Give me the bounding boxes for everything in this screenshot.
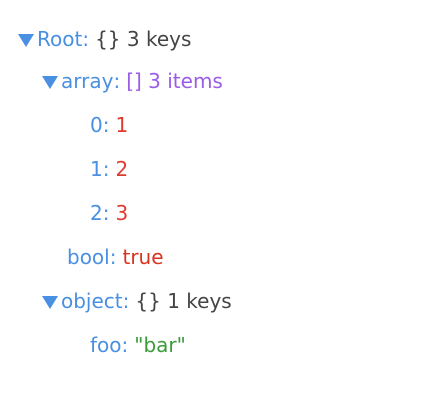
node-key[interactable]: bool [67, 242, 110, 272]
key-separator: : [102, 201, 110, 225]
node-key[interactable]: 1 [90, 154, 103, 184]
number-value[interactable]: 1 [115, 110, 128, 140]
node-type-summary: [] 3 items [126, 69, 223, 93]
tree-leaf-array-2[interactable]: 2 : 3 [90, 198, 128, 228]
key-separator: : [109, 245, 117, 269]
tree-node-array[interactable]: array : [] 3 items [42, 66, 223, 96]
tree-leaf-bool[interactable]: bool : true [67, 242, 164, 272]
node-key[interactable]: 2 [90, 198, 103, 228]
node-key[interactable]: foo [90, 330, 122, 360]
node-type-summary: {} 3 keys [95, 27, 192, 51]
key-separator: : [113, 69, 121, 93]
node-key[interactable]: object [61, 286, 123, 316]
tree-node-object[interactable]: object : {} 1 keys [42, 286, 232, 316]
node-key[interactable]: 0 [90, 110, 103, 140]
node-key[interactable]: Root [37, 24, 82, 54]
key-separator: : [121, 333, 129, 357]
key-separator: : [102, 157, 110, 181]
tree-leaf-array-1[interactable]: 1 : 2 [90, 154, 128, 184]
tree-leaf-object-foo[interactable]: foo : "bar" [90, 330, 186, 360]
node-type-summary: {} 1 keys [135, 289, 232, 313]
tree-node-root[interactable]: Root : {} 3 keys [18, 24, 191, 54]
tree-leaf-array-0[interactable]: 0 : 1 [90, 110, 128, 140]
number-value[interactable]: 2 [115, 154, 128, 184]
node-key[interactable]: array [61, 66, 113, 96]
number-value[interactable]: 3 [115, 198, 128, 228]
key-separator: : [102, 113, 110, 137]
key-separator: : [82, 27, 90, 51]
string-value[interactable]: "bar" [134, 330, 186, 360]
boolean-value[interactable]: true [122, 242, 163, 272]
triangle-down-icon[interactable] [42, 295, 58, 309]
triangle-down-icon[interactable] [42, 75, 58, 89]
key-separator: : [122, 289, 130, 313]
triangle-down-icon[interactable] [18, 33, 34, 47]
